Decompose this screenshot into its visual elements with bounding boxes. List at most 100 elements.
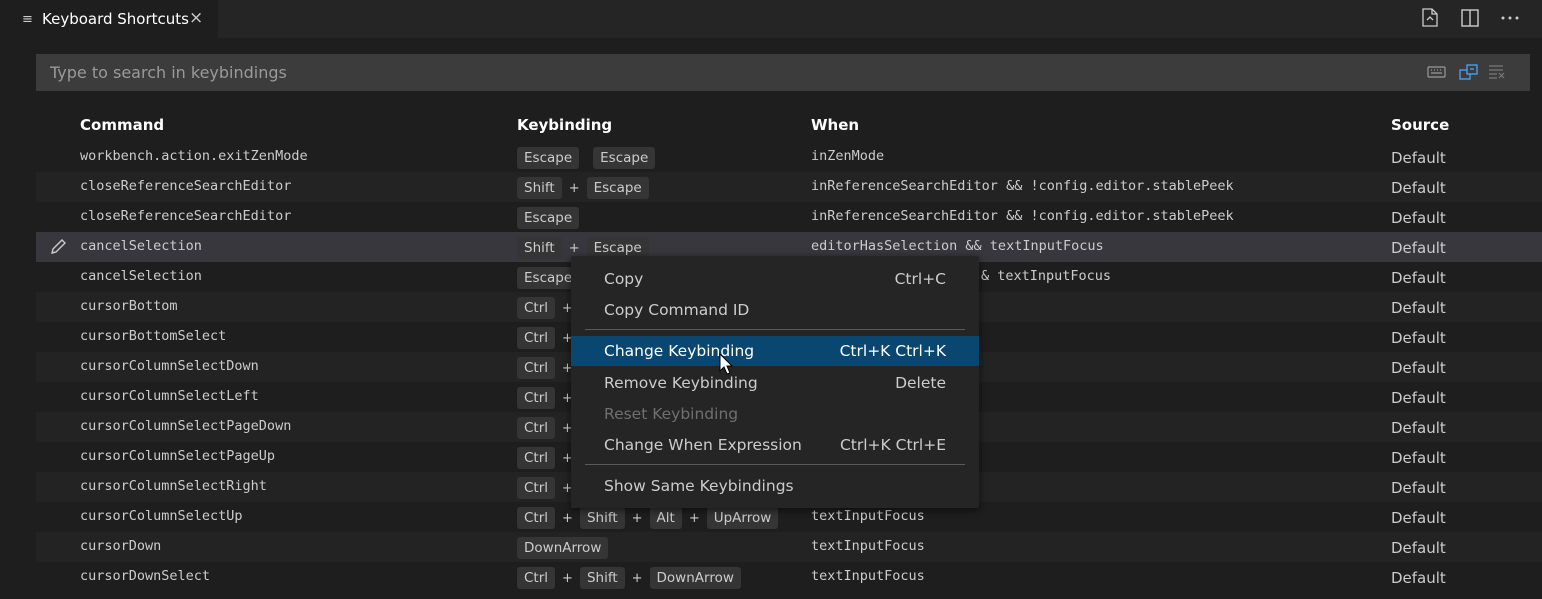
command-id: cursorColumnSelectLeft [80, 388, 259, 404]
when-clause: inZenMode [811, 148, 885, 164]
open-keybindings-json-icon[interactable] [1418, 6, 1442, 30]
command-id: cancelSelection [80, 238, 202, 254]
command-id: cursorColumnSelectRight [80, 478, 267, 494]
menu-item-label: Reset Keybinding [604, 405, 739, 423]
when-clause: & textInputFocus [981, 268, 1112, 284]
key-label: Ctrl [517, 387, 556, 409]
when-clause: textInputFocus [811, 568, 925, 584]
column-header-keybinding[interactable]: Keybinding [517, 116, 612, 134]
command-id: cursorDownSelect [80, 568, 211, 584]
key-label: Shift [579, 567, 625, 589]
command-id: cursorColumnSelectPageDown [80, 418, 292, 434]
table-row[interactable]: closeReferenceSearchEditor Escape inRefere… [36, 202, 1542, 232]
sort-by-precedence-icon[interactable] [1458, 62, 1480, 82]
command-id: closeReferenceSearchEditor [80, 208, 292, 224]
column-header-when[interactable]: When [811, 116, 859, 134]
key-label: Alt [649, 507, 682, 529]
menu-item-change-when-expression[interactable]: Change When Expression Ctrl+K Ctrl+E [571, 430, 979, 460]
source-label: Default [1391, 539, 1446, 557]
menu-item-remove-keybinding[interactable]: Remove Keybinding Delete [571, 368, 979, 398]
when-clause: textInputFocus [811, 508, 925, 524]
column-header-command[interactable]: Command [80, 116, 164, 134]
command-id: cursorColumnSelectPageUp [80, 448, 276, 464]
key-label: Ctrl [517, 507, 556, 529]
source-label: Default [1391, 329, 1446, 347]
tab-title: Keyboard Shortcuts [42, 10, 189, 28]
source-label: Default [1391, 569, 1446, 587]
menu-item-show-same-keybindings[interactable]: Show Same Keybindings [571, 471, 979, 501]
key-label: Ctrl [517, 417, 556, 439]
key-label: Escape [517, 147, 580, 169]
command-id: workbench.action.exitZenMode [80, 148, 308, 164]
source-label: Default [1391, 479, 1446, 497]
search-box [36, 54, 1530, 91]
key-label: Ctrl [517, 297, 556, 319]
command-id: cursorColumnSelectDown [80, 358, 259, 374]
mouse-cursor-icon [719, 352, 734, 379]
table-header: Command Keybinding When Source [36, 110, 1542, 140]
menu-item-shortcut: Ctrl+K Ctrl+E [839, 436, 946, 454]
key-label: DownArrow [649, 567, 741, 589]
command-id: cursorColumnSelectUp [80, 508, 243, 524]
key-separator: + [631, 510, 643, 526]
key-separator: + [631, 570, 643, 586]
clear-search-icon[interactable] [1486, 62, 1508, 82]
command-id: cursorBottomSelect [80, 328, 227, 344]
record-keys-icon[interactable] [1426, 62, 1448, 82]
menu-separator [585, 464, 965, 465]
keybinding-cell: Escape [517, 207, 580, 229]
search-input[interactable] [36, 54, 1416, 91]
keybinding-cell: DownArrow [517, 537, 609, 559]
key-label: Ctrl [517, 477, 556, 499]
table-row[interactable]: workbench.action.exitZenMode Escape Escap… [36, 142, 1542, 172]
tab-keyboard-shortcuts[interactable]: ≡ Keyboard Shortcuts × [0, 0, 218, 38]
context-menu: Copy Ctrl+C Copy Command ID Change Keybi… [571, 256, 979, 508]
menu-item-shortcut: Delete [895, 374, 946, 392]
keybinding-cell: Ctrl + Shift + Alt + UpArrow [517, 507, 779, 529]
split-editor-icon[interactable] [1458, 6, 1482, 30]
key-separator: + [562, 570, 573, 586]
source-label: Default [1391, 359, 1446, 377]
menu-item-change-keybinding[interactable]: Change Keybinding Ctrl+K Ctrl+K [571, 336, 979, 366]
key-separator: + [562, 510, 573, 526]
key-label: Shift [517, 177, 562, 199]
keybinding-cell: Shift + Escape [517, 177, 649, 199]
list-icon: ≡ [22, 11, 33, 27]
when-clause: textInputFocus [811, 538, 925, 554]
editor-tab-bar: ≡ Keyboard Shortcuts × [0, 0, 1542, 38]
key-separator: + [568, 240, 580, 256]
menu-item-copy[interactable]: Copy Ctrl+C [571, 264, 979, 294]
key-label: Shift [579, 507, 625, 529]
menu-item-label: Change When Expression [604, 436, 802, 454]
when-clause: inReferenceSearchEditor && !config.edito… [811, 178, 1234, 194]
command-id: cursorDown [80, 538, 162, 554]
table-row[interactable]: cursorDown DownArrow textInputFocus Default [36, 532, 1542, 562]
source-label: Default [1391, 179, 1446, 197]
source-label: Default [1391, 419, 1446, 437]
key-label: Ctrl [517, 357, 556, 379]
close-icon[interactable]: × [189, 8, 203, 28]
menu-item-label: Remove Keybinding [604, 374, 758, 392]
key-label: Escape [593, 147, 656, 169]
source-label: Default [1391, 149, 1446, 167]
menu-item-reset-keybinding[interactable]: Reset Keybinding [571, 399, 979, 429]
key-label: UpArrow [706, 507, 779, 529]
menu-item-label: Copy [604, 270, 644, 288]
menu-separator [585, 329, 965, 330]
command-id: cancelSelection [80, 268, 202, 284]
menu-item-shortcut: Ctrl+C [894, 270, 946, 288]
menu-item-copy-command-id[interactable]: Copy Command ID [571, 295, 979, 325]
source-label: Default [1391, 509, 1446, 527]
table-row[interactable]: cursorDownSelect Ctrl + Shift + DownArrow text… [36, 562, 1542, 592]
source-label: Default [1391, 449, 1446, 467]
edit-pencil-icon[interactable] [48, 237, 68, 257]
key-label: Ctrl [517, 567, 556, 589]
command-id: closeReferenceSearchEditor [80, 178, 292, 194]
keybinding-cell: Ctrl + Shift + DownArrow [517, 567, 741, 589]
column-header-source[interactable]: Source [1391, 116, 1449, 134]
menu-item-label: Copy Command ID [604, 301, 750, 319]
menu-item-shortcut: Ctrl+K Ctrl+K [839, 342, 946, 360]
table-row[interactable]: closeReferenceSearchEditor Shift + Escape in… [36, 172, 1542, 202]
key-separator: + [568, 180, 580, 196]
more-actions-icon[interactable] [1498, 6, 1522, 30]
